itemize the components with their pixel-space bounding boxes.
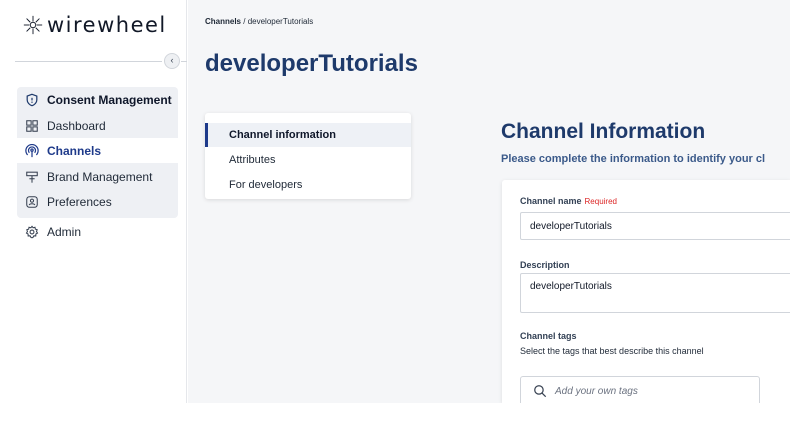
- channel-form: Channel nameRequired Description develop…: [502, 180, 790, 406]
- wheel-logo-icon: [23, 15, 43, 35]
- sidebar-item-label: Dashboard: [47, 118, 106, 133]
- sidebar-item-label: Admin: [47, 224, 82, 239]
- required-indicator: Required: [584, 197, 617, 206]
- channel-tags-label: Channel tags: [520, 331, 577, 341]
- gear-icon: [25, 224, 39, 239]
- search-icon: [534, 385, 547, 398]
- tab-attributes[interactable]: Attributes: [205, 148, 411, 172]
- sidebar-item-dashboard[interactable]: Dashboard: [17, 113, 178, 138]
- logo[interactable]: wirewheel: [22, 13, 167, 37]
- bottom-area: [0, 403, 790, 434]
- section-subtitle: Please complete the information to ident…: [501, 153, 766, 165]
- tag-search-placeholder: Add your own tags: [555, 385, 638, 397]
- breadcrumb-current: developerTutorials: [247, 17, 314, 26]
- collapse-sidebar-button[interactable]: ‹: [164, 53, 180, 69]
- breadcrumb-separator: /: [241, 17, 248, 26]
- shield-icon: [25, 93, 39, 107]
- sidebar-item-admin[interactable]: Admin: [17, 219, 178, 244]
- sign-icon: [25, 170, 39, 184]
- broadcast-icon: [25, 143, 39, 158]
- sidebar-divider: [15, 61, 162, 62]
- main-content: Channels / developerTutorials developerT…: [188, 0, 790, 406]
- channel-name-label: Channel name Required: [520, 196, 617, 206]
- sidebar-divider-right: [181, 61, 187, 62]
- logo-text: wirewheel: [47, 13, 167, 37]
- breadcrumb: Channels / developerTutorials: [205, 17, 313, 26]
- description-input[interactable]: developerTutorials: [520, 273, 790, 313]
- sidebar-item-label: Channels: [47, 143, 102, 158]
- channel-tags-helper: Select the tags that best describe this …: [520, 346, 704, 356]
- section-tabs-card: Channel information Attributes For devel…: [205, 113, 411, 199]
- channel-name-input[interactable]: [520, 212, 790, 240]
- user-badge-icon: [25, 195, 39, 209]
- breadcrumb-parent-link[interactable]: Channels: [205, 17, 241, 26]
- section-title: Channel Information: [501, 120, 706, 143]
- sidebar-item-label: Preferences: [47, 194, 112, 209]
- channel-name-label-text: Channel name: [520, 196, 582, 206]
- tab-for-developers[interactable]: For developers: [205, 173, 411, 197]
- sidebar: wirewheel ‹ Consent Management Dashboard…: [0, 0, 187, 403]
- sidebar-item-brand-management[interactable]: Brand Management: [17, 164, 178, 189]
- sidebar-item-label: Brand Management: [47, 169, 153, 184]
- sidebar-item-preferences[interactable]: Preferences: [17, 189, 178, 214]
- page-title: developerTutorials: [205, 50, 418, 77]
- description-label: Description: [520, 260, 570, 270]
- tab-channel-information[interactable]: Channel information: [205, 123, 411, 147]
- sidebar-item-label: Consent Management: [47, 92, 172, 107]
- tag-search-input[interactable]: Add your own tags: [520, 376, 760, 406]
- sidebar-item-consent-management[interactable]: Consent Management: [17, 87, 178, 112]
- sidebar-item-channels[interactable]: Channels: [17, 138, 178, 163]
- grid-icon: [25, 119, 39, 133]
